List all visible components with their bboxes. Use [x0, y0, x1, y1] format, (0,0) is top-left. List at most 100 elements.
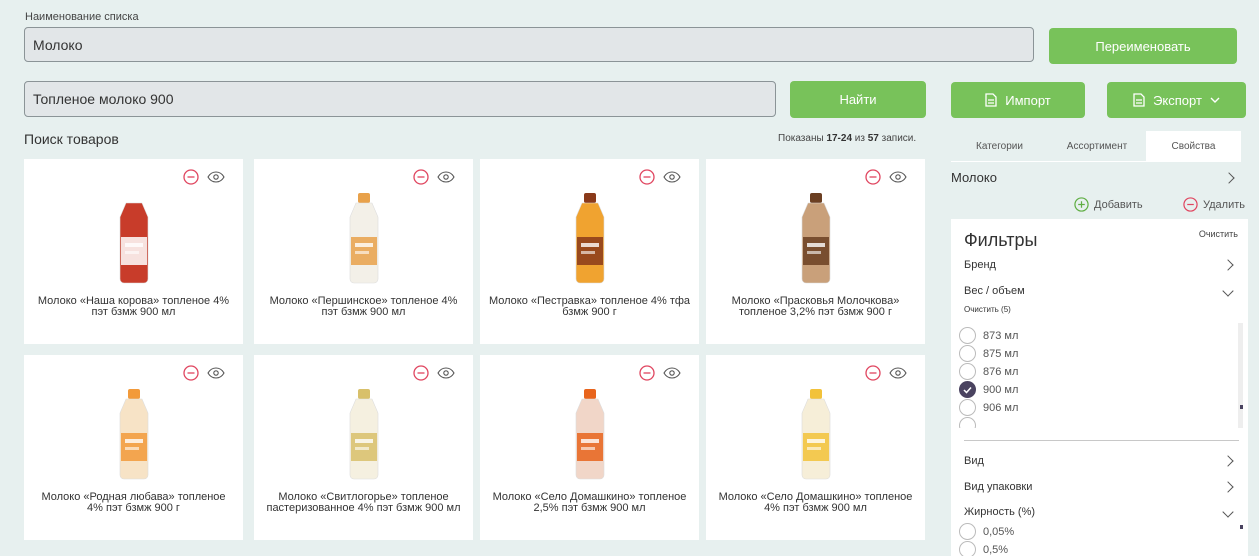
eye-icon[interactable] — [437, 367, 455, 379]
tab-assortment[interactable]: Ассортимент — [1048, 131, 1146, 161]
chevron-right-icon — [1222, 455, 1234, 467]
import-button[interactable]: Импорт — [951, 82, 1085, 118]
filter-brand[interactable]: Бренд — [964, 259, 1234, 271]
remove-circle-icon[interactable] — [865, 169, 881, 185]
scroll-thumb[interactable] — [1240, 525, 1243, 529]
remove-circle-icon[interactable] — [865, 365, 881, 381]
filter-kind-label: Вид — [964, 455, 984, 467]
weight-option-label: 873 мл — [983, 329, 1019, 342]
product-card[interactable]: Молоко «Село Домашкино» топленое 2,5% пэ… — [480, 355, 699, 540]
product-image — [801, 193, 830, 284]
radio-circle — [959, 523, 976, 540]
filter-package[interactable]: Вид упаковки — [964, 481, 1234, 493]
product-card[interactable]: Молоко «Родная любава» топленое 4% пэт б… — [24, 355, 243, 540]
remove-circle-icon[interactable] — [183, 365, 199, 381]
weight-option[interactable]: 906 мл — [959, 399, 1018, 416]
product-name: Молоко «Село Домашкино» топленое 2,5% пэ… — [492, 491, 687, 514]
product-card[interactable]: Молоко «Свитлогорье» топленое пастеризов… — [254, 355, 473, 540]
product-card[interactable]: Молоко «Наша корова» топленое 4% пэт бзм… — [24, 159, 243, 344]
eye-icon[interactable] — [889, 367, 907, 379]
tab-properties[interactable]: Свойства — [1146, 131, 1241, 161]
side-tabs: Категории Ассортимент Свойства — [951, 131, 1241, 161]
remove-circle-icon[interactable] — [639, 365, 655, 381]
product-name: Молоко «Свитлогорье» топленое пастеризов… — [266, 491, 461, 514]
weight-scrollbar[interactable] — [1238, 323, 1243, 428]
card-actions — [183, 365, 225, 381]
import-label: Импорт — [1005, 92, 1051, 108]
eye-icon[interactable] — [207, 171, 225, 183]
card-actions — [413, 365, 455, 381]
filter-fat[interactable]: Жирность (%) — [964, 506, 1234, 518]
weight-option-label: 906 мл — [983, 401, 1019, 414]
card-actions — [865, 169, 907, 185]
export-button[interactable]: Экспорт — [1107, 82, 1246, 118]
list-name-label: Наименование списка — [25, 11, 139, 23]
chevron-right-icon — [1222, 481, 1234, 493]
remove-circle-icon[interactable] — [413, 169, 429, 185]
remove-circle-icon[interactable] — [413, 365, 429, 381]
product-name: Молоко «Першинское» топленое 4% пэт бзмж… — [269, 295, 458, 318]
product-name: Молоко «Наша корова» топленое 4% пэт бзм… — [37, 295, 230, 318]
product-card[interactable]: Молоко «Прасковья Молочкова» топленое 3,… — [706, 159, 925, 344]
search-input[interactable]: Топленое молоко 900 — [24, 81, 776, 117]
delete-button[interactable]: Удалить — [1183, 197, 1245, 212]
add-label: Добавить — [1094, 198, 1143, 211]
remove-circle-icon[interactable] — [639, 169, 655, 185]
fat-option[interactable]: 0,05% — [959, 523, 1014, 540]
filter-weight-label: Вес / объем — [964, 285, 1025, 297]
filters-panel: Фильтры Очистить Бренд Вес / объем Очист… — [951, 219, 1248, 556]
eye-icon[interactable] — [889, 171, 907, 183]
eye-icon[interactable] — [207, 367, 225, 379]
radio-circle — [959, 363, 976, 380]
add-button[interactable]: Добавить — [1074, 197, 1143, 212]
tabs-divider — [951, 161, 1241, 162]
weight-option[interactable]: 875 мл — [959, 345, 1018, 362]
weight-option[interactable] — [959, 417, 983, 428]
filter-kind[interactable]: Вид — [964, 455, 1234, 467]
filter-weight[interactable]: Вес / объем — [964, 285, 1234, 297]
radio-circle — [959, 327, 976, 344]
weight-option[interactable]: 876 мл — [959, 363, 1018, 380]
find-button[interactable]: Найти — [790, 81, 926, 118]
list-name-input[interactable]: Молоко — [24, 27, 1034, 62]
chevron-right-icon — [1222, 259, 1234, 271]
minus-circle-icon — [1183, 197, 1198, 212]
product-image — [119, 389, 148, 480]
product-card[interactable]: Молоко «Село Домашкино» топленое 4% пэт … — [706, 355, 925, 540]
filter-package-label: Вид упаковки — [964, 481, 1033, 493]
eye-icon[interactable] — [663, 367, 681, 379]
weight-clear-button[interactable]: Очистить (5) — [964, 305, 1011, 314]
product-card[interactable]: Молоко «Пестравка» топленое 4% тфа бзмж … — [480, 159, 699, 344]
weight-options-list: 873 мл 875 мл 876 мл 900 мл 906 мл — [951, 323, 1235, 428]
tab-categories[interactable]: Категории — [951, 131, 1048, 161]
chevron-down-icon — [1222, 506, 1234, 518]
card-actions — [639, 365, 681, 381]
radio-circle — [959, 541, 976, 556]
fat-option[interactable]: 0,5% — [959, 541, 1008, 556]
product-card[interactable]: Молоко «Першинское» топленое 4% пэт бзмж… — [254, 159, 473, 344]
eye-icon[interactable] — [437, 171, 455, 183]
remove-circle-icon[interactable] — [183, 169, 199, 185]
clear-filters-button[interactable]: Очистить — [1199, 229, 1238, 239]
category-row[interactable]: Молоко — [951, 170, 1241, 185]
plus-circle-icon — [1074, 197, 1089, 212]
eye-icon[interactable] — [663, 171, 681, 183]
chevron-down-icon — [1210, 97, 1220, 103]
scroll-thumb[interactable] — [1240, 405, 1243, 409]
weight-option[interactable]: 873 мл — [959, 327, 1018, 344]
fat-option-label: 0,05% — [983, 525, 1015, 538]
export-label: Экспорт — [1153, 92, 1202, 108]
radio-circle — [959, 417, 976, 428]
product-name: Молоко «Село Домашкино» топленое 4% пэт … — [718, 491, 913, 514]
weight-option-label: 875 мл — [983, 347, 1019, 360]
rename-button[interactable]: Переименовать — [1049, 28, 1237, 64]
weight-option-selected[interactable]: 900 мл — [959, 381, 1018, 398]
product-image — [119, 193, 148, 284]
document-icon — [1133, 93, 1145, 107]
chevron-right-icon — [1223, 171, 1235, 184]
product-image — [575, 389, 604, 480]
product-name: Молоко «Родная любава» топленое 4% пэт б… — [41, 491, 226, 514]
weight-option-label: 900 мл — [983, 383, 1019, 396]
pagination-info: Показаны 17-24 из 57 записи. — [778, 133, 917, 144]
products-title: Поиск товаров — [24, 131, 119, 147]
